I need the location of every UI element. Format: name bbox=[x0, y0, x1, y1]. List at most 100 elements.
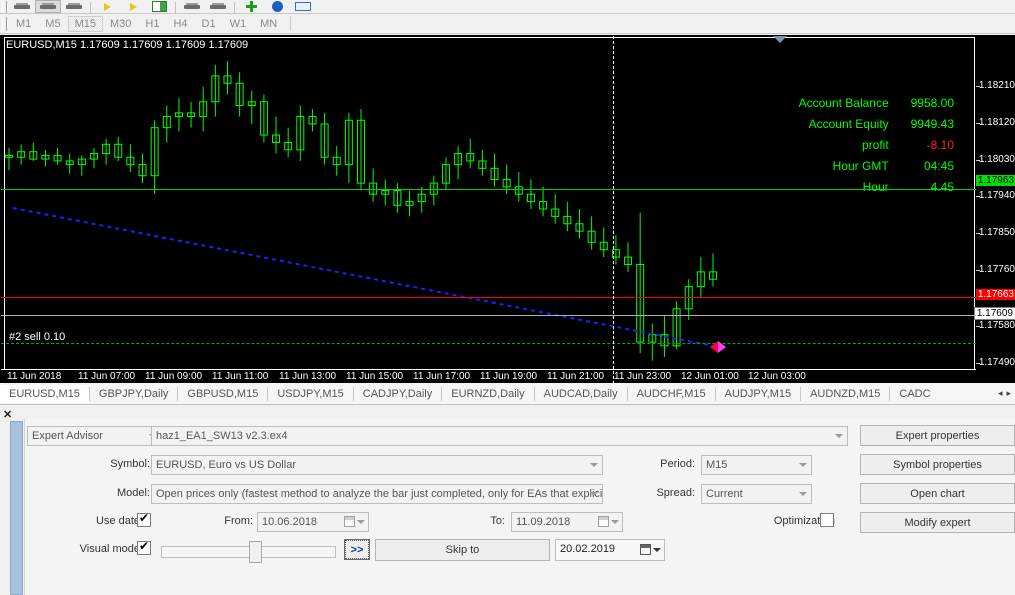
order-line-dashdot[interactable] bbox=[1, 343, 976, 344]
chart-tab-gbpusd-m15[interactable]: GBPUSD,M15 bbox=[178, 385, 267, 403]
chart-tab-eurnzd-daily[interactable]: EURNZD,Daily bbox=[442, 385, 533, 403]
modify-expert-button[interactable]: Modify expert bbox=[860, 512, 1015, 533]
chevron-down-icon bbox=[799, 463, 807, 467]
hour-gmt-value: 04:45 bbox=[892, 159, 954, 173]
expert-type-select[interactable]: Expert Advisor bbox=[27, 426, 162, 446]
chevron-down-icon[interactable] bbox=[357, 520, 365, 524]
price-axis[interactable]: 1.182101.181201.180301.179631.179401.178… bbox=[976, 36, 1015, 384]
timeframe-m1[interactable]: M1 bbox=[9, 16, 38, 32]
chart-tab-audjpy-m15[interactable]: AUDJPY,M15 bbox=[716, 385, 800, 403]
calendar-icon[interactable] bbox=[640, 544, 651, 555]
chevron-down-icon[interactable] bbox=[611, 520, 619, 524]
chart-tab-cadjpy-daily[interactable]: CADJPY,Daily bbox=[354, 385, 442, 403]
chevron-down-icon[interactable] bbox=[653, 548, 661, 552]
use-date-label: Use date bbox=[60, 515, 140, 527]
skip-to-button[interactable]: Skip to bbox=[375, 539, 550, 561]
account-equity-row: Account Equity 9949.43 bbox=[809, 117, 954, 131]
chevron-down-icon bbox=[799, 492, 807, 496]
tester-vertical-tab-strip[interactable] bbox=[10, 421, 23, 595]
chart-tab-eurusd-m15[interactable]: EURUSD,M15 bbox=[0, 385, 89, 403]
timeframe-m30[interactable]: M30 bbox=[103, 16, 138, 32]
price-axis-label: 1.17850 bbox=[979, 227, 1015, 238]
downtrend-blue-dashed-icon[interactable] bbox=[1, 36, 976, 384]
use-date-checkbox[interactable] bbox=[137, 513, 151, 527]
timeframe-mn[interactable]: MN bbox=[253, 16, 284, 32]
chart-tabs-bar[interactable]: EURUSD,M15GBPJPY,DailyGBPUSD,M15USDJPY,M… bbox=[0, 383, 1015, 405]
chart-ohlc-header: EURUSD,M15 1.17609 1.17609 1.17609 1.176… bbox=[6, 39, 248, 51]
chevron-left-icon[interactable]: ◂ bbox=[998, 388, 1003, 399]
timeframe-m5[interactable]: M5 bbox=[38, 16, 67, 32]
account-balance-row: Account Balance 9958.00 bbox=[799, 96, 954, 110]
bar-chart-icon[interactable] bbox=[9, 0, 35, 13]
visual-mode-checkbox[interactable] bbox=[137, 541, 151, 555]
chevron-right-icon[interactable]: ▸ bbox=[1006, 388, 1011, 399]
timeframe-toolbar: M1 M5 M15 M30 H1 H4 D1 W1 MN bbox=[0, 14, 1015, 34]
line-chart-icon[interactable] bbox=[61, 0, 87, 13]
spread-select[interactable]: Current bbox=[701, 484, 812, 504]
hour-label: Hour bbox=[863, 180, 889, 194]
new-order-plus-icon[interactable] bbox=[238, 0, 264, 13]
timeframe-m15[interactable]: M15 bbox=[68, 16, 103, 32]
to-date-input[interactable]: 11.09.2018 bbox=[511, 512, 623, 532]
calendar-icon[interactable] bbox=[344, 516, 355, 527]
timeframe-grip[interactable] bbox=[2, 17, 7, 31]
open-order-label[interactable]: #2 sell 0.10 bbox=[9, 331, 65, 343]
account-equity-value: 9949.43 bbox=[892, 117, 954, 131]
window-tile-icon[interactable] bbox=[146, 0, 172, 13]
chart-tab-cadc[interactable]: CADC bbox=[890, 385, 939, 403]
zoom-in-icon[interactable] bbox=[205, 0, 231, 13]
globe-icon[interactable] bbox=[264, 0, 290, 13]
visual-speed-slider-thumb[interactable] bbox=[249, 541, 262, 563]
from-date-input[interactable]: 10.06.2018 bbox=[257, 512, 369, 532]
symbol-value: EURUSD, Euro vs US Dollar bbox=[156, 459, 296, 471]
price-axis-label: 1.18030 bbox=[979, 154, 1015, 165]
model-value: Open prices only (fastest method to anal… bbox=[156, 488, 602, 500]
pencil-yellow-icon[interactable] bbox=[94, 0, 120, 13]
support-line-green[interactable] bbox=[1, 189, 976, 190]
symbol-label: Symbol: bbox=[80, 458, 150, 470]
price-axis-label: 1.17760 bbox=[979, 264, 1015, 275]
tab-scroll-controls[interactable]: ◂▸ bbox=[998, 388, 1015, 399]
chart-tab-audcad-daily[interactable]: AUDCAD,Daily bbox=[535, 385, 627, 403]
model-label: Model: bbox=[80, 487, 150, 499]
chart-plot-area[interactable]: EURUSD,M15 1.17609 1.17609 1.17609 1.176… bbox=[1, 36, 976, 384]
model-select[interactable]: Open prices only (fastest method to anal… bbox=[151, 484, 603, 504]
main-toolbar bbox=[0, 0, 1015, 14]
chart-tab-gbpjpy-daily[interactable]: GBPJPY,Daily bbox=[90, 385, 178, 403]
to-label: To: bbox=[465, 515, 505, 527]
open-chart-button[interactable]: Open chart bbox=[860, 483, 1015, 504]
symbol-properties-button[interactable]: Symbol properties bbox=[860, 454, 1015, 475]
skip-to-date-input[interactable]: 20.02.2019 bbox=[555, 539, 665, 561]
price-chart[interactable]: EURUSD,M15 1.17609 1.17609 1.17609 1.176… bbox=[0, 35, 1015, 383]
pencil-yellow-2-icon[interactable] bbox=[120, 0, 146, 13]
expert-file-select[interactable]: haz1_EA1_SW13 v2.3.ex4 bbox=[151, 426, 848, 446]
period-label: Period: bbox=[635, 458, 695, 470]
calendar-icon[interactable] bbox=[598, 516, 609, 527]
zoom-out-icon[interactable] bbox=[179, 0, 205, 13]
profit-value: -8.10 bbox=[892, 138, 954, 152]
price-axis-label-red: 1.17663 bbox=[976, 289, 1015, 300]
period-select[interactable]: M15 bbox=[701, 455, 812, 475]
strategy-tester-panel: ✕ Expert Advisor haz1_EA1_SW13 v2.3.ex4 … bbox=[0, 405, 1015, 595]
resistance-line-red[interactable] bbox=[1, 297, 976, 298]
toolbar-separator-3 bbox=[234, 2, 235, 13]
account-balance-value: 9958.00 bbox=[892, 96, 954, 110]
close-icon[interactable]: ✕ bbox=[3, 408, 12, 421]
timeframe-h4[interactable]: H4 bbox=[166, 16, 194, 32]
timeframe-h1[interactable]: H1 bbox=[138, 16, 166, 32]
toolbar-grip[interactable] bbox=[2, 1, 7, 13]
chart-tab-audnzd-m15[interactable]: AUDNZD,M15 bbox=[801, 385, 889, 403]
optimization-checkbox[interactable] bbox=[820, 513, 834, 527]
skip-to-date-value: 20.02.2019 bbox=[560, 543, 615, 555]
price-line-gray[interactable] bbox=[1, 315, 976, 316]
timeframe-w1[interactable]: W1 bbox=[223, 16, 254, 32]
chart-tab-usdjpy-m15[interactable]: USDJPY,M15 bbox=[268, 385, 352, 403]
candle-chart-icon[interactable] bbox=[35, 0, 61, 13]
timeframe-d1[interactable]: D1 bbox=[195, 16, 223, 32]
step-forward-label: >> bbox=[345, 540, 369, 559]
terminal-window-icon[interactable] bbox=[290, 0, 316, 13]
step-forward-button[interactable]: >> bbox=[344, 539, 370, 560]
symbol-select[interactable]: EURUSD, Euro vs US Dollar bbox=[151, 455, 603, 475]
expert-properties-button[interactable]: Expert properties bbox=[860, 425, 1015, 446]
chart-tab-audchf-m15[interactable]: AUDCHF,M15 bbox=[628, 385, 715, 403]
